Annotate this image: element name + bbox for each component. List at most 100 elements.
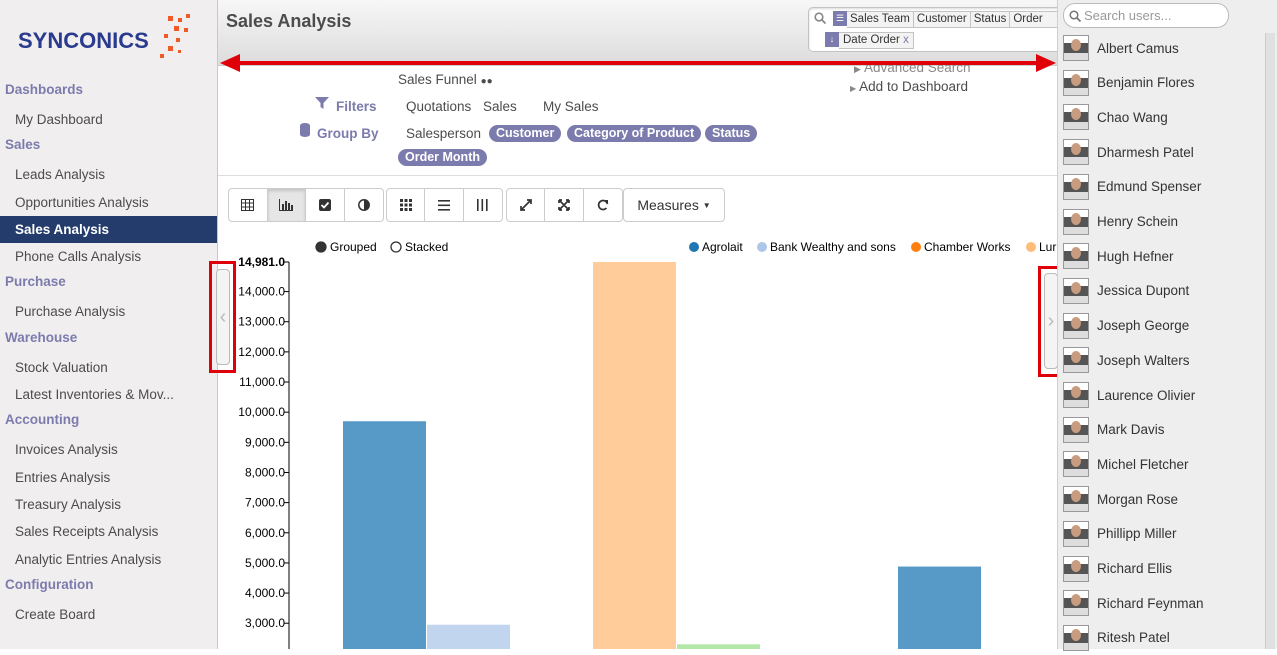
- sidebar-item[interactable]: Purchase Analysis: [0, 298, 217, 325]
- legend-marker[interactable]: [911, 242, 921, 252]
- user-list-item[interactable]: Morgan Rose: [1058, 482, 1264, 516]
- legend-marker[interactable]: [689, 242, 699, 252]
- line-chart-button[interactable]: [306, 189, 345, 221]
- groupby-pill-status[interactable]: Status: [705, 125, 758, 142]
- search-box[interactable]: ☰ Sales Team Customer Status Order ↓ Date O…: [808, 7, 1058, 52]
- user-list-item[interactable]: Edmund Spenser: [1058, 170, 1264, 204]
- legend-label[interactable]: Chamber Works: [924, 240, 1010, 254]
- list-view-button[interactable]: [425, 189, 464, 221]
- user-list-item[interactable]: Joseph George: [1058, 309, 1264, 343]
- bar-chart-button[interactable]: [267, 189, 306, 221]
- user-list-item[interactable]: Hugh Hefner: [1058, 239, 1264, 273]
- sidebar-item[interactable]: Stock Valuation: [0, 354, 217, 381]
- groupby-salesperson[interactable]: Salesperson: [406, 126, 481, 141]
- sidebar-item[interactable]: Opportunities Analysis: [0, 189, 217, 216]
- groupby-facet[interactable]: Sales Team Customer Status Order: [847, 11, 1058, 28]
- measures-dropdown[interactable]: Measures ▼: [623, 188, 725, 222]
- user-list-item[interactable]: Dharmesh Patel: [1058, 135, 1264, 169]
- sidebar-item[interactable]: Treasury Analysis: [0, 491, 217, 518]
- fullscreen-button[interactable]: [545, 189, 584, 221]
- pie-chart-button[interactable]: [345, 189, 383, 221]
- legend-marker[interactable]: [1026, 242, 1036, 252]
- synconics-logo[interactable]: SYNCONICS: [18, 14, 198, 64]
- groupby-pill-order-month[interactable]: Order Month: [398, 149, 487, 166]
- add-to-dashboard-link[interactable]: ▶ Add to Dashboard: [850, 79, 968, 94]
- user-list-item[interactable]: Jessica Dupont: [1058, 274, 1264, 308]
- bar-chart-icon: [279, 199, 294, 211]
- table-icon: [241, 199, 255, 211]
- user-search-input[interactable]: Search users...: [1063, 3, 1229, 28]
- bar[interactable]: [343, 421, 426, 649]
- filter-sales[interactable]: Sales: [483, 99, 517, 114]
- user-list-item[interactable]: Henry Schein: [1058, 205, 1264, 239]
- sidebar-item[interactable]: Phone Calls Analysis: [0, 243, 217, 270]
- users-icon: ●●: [480, 76, 493, 87]
- filter-my-sales[interactable]: My Sales: [543, 99, 599, 114]
- mode-radio[interactable]: [390, 241, 402, 253]
- search-icon: [1069, 10, 1081, 22]
- filter-quotations[interactable]: Quotations: [406, 99, 471, 114]
- caret-down-icon: ▼: [702, 200, 711, 210]
- pivot-table-button[interactable]: [229, 189, 268, 221]
- collapse-left-handle[interactable]: ‹: [216, 269, 230, 365]
- columns-view-button[interactable]: [464, 189, 502, 221]
- sidebar-item[interactable]: Sales Analysis: [0, 215, 217, 244]
- mode-radio[interactable]: [315, 241, 327, 253]
- user-list-item[interactable]: Albert Camus: [1058, 31, 1264, 65]
- user-list-item[interactable]: Laurence Olivier: [1058, 378, 1264, 412]
- user-list-item[interactable]: Richard Ellis: [1058, 552, 1264, 586]
- sidebar-item[interactable]: Create Board: [0, 601, 217, 628]
- chevron-right-icon: ›: [1047, 309, 1055, 332]
- bar[interactable]: [898, 566, 981, 649]
- database-icon: [300, 123, 310, 137]
- user-avatar: [1063, 486, 1089, 513]
- grid-view-button[interactable]: [387, 189, 426, 221]
- y-tick-label: 5,000.0: [245, 556, 285, 570]
- groupby-pill-customer[interactable]: Customer: [489, 125, 562, 142]
- user-avatar: [1063, 451, 1089, 478]
- remove-facet-icon[interactable]: x: [903, 34, 909, 46]
- bar[interactable]: [427, 624, 510, 649]
- user-list-item[interactable]: Benjamin Flores: [1058, 66, 1264, 100]
- user-list-item[interactable]: Richard Feynman: [1058, 586, 1264, 620]
- sidebar-item[interactable]: Sales Receipts Analysis: [0, 518, 217, 545]
- user-list-item[interactable]: Michel Fletcher: [1058, 447, 1264, 481]
- sidebar-item[interactable]: My Dashboard: [0, 106, 217, 133]
- date-facet[interactable]: Date Order x: [839, 32, 914, 49]
- user-name: Richard Ellis: [1097, 561, 1173, 576]
- sidebar-item[interactable]: Latest Inventories & Mov...: [0, 381, 217, 408]
- collapse-right-handle[interactable]: ›: [1044, 273, 1058, 369]
- sidebar-item[interactable]: Leads Analysis: [0, 161, 217, 188]
- sidebar-item[interactable]: Entries Analysis: [0, 464, 217, 491]
- user-list-item[interactable]: Chao Wang: [1058, 100, 1264, 134]
- sidebar-item[interactable]: Analytic Entries Analysis: [0, 546, 217, 573]
- legend-label[interactable]: Lur: [1039, 240, 1056, 254]
- rows-icon: [438, 199, 451, 211]
- refresh-button[interactable]: [584, 189, 622, 221]
- sidebar: SYNCONICS Dashboards My Dashboard Sales Lea…: [0, 0, 218, 649]
- users-scrollbar[interactable]: [1265, 33, 1275, 649]
- sidebar-item[interactable]: Invoices Analysis: [0, 436, 217, 463]
- bar[interactable]: [677, 644, 760, 649]
- y-tick-label: 9,000.0: [245, 435, 285, 449]
- mode-label[interactable]: Grouped: [330, 240, 377, 254]
- legend-label[interactable]: Agrolait: [702, 240, 743, 254]
- user-list-item[interactable]: Mark Davis: [1058, 413, 1264, 447]
- mode-label[interactable]: Stacked: [405, 240, 448, 254]
- user-name: Benjamin Flores: [1097, 75, 1195, 91]
- legend-marker[interactable]: [757, 242, 767, 252]
- facet-value: Date Order: [843, 34, 900, 46]
- main-area: Sales Analysis ☰ Sales Team Customer Statu…: [218, 0, 1058, 649]
- user-avatar: [1063, 416, 1089, 443]
- bar[interactable]: [593, 262, 676, 649]
- user-list-item[interactable]: Phillipp Miller: [1058, 517, 1264, 551]
- groupby-pill-category[interactable]: Category of Product: [567, 125, 702, 142]
- user-list-item[interactable]: Joseph Walters: [1058, 343, 1264, 377]
- legend-label[interactable]: Bank Wealthy and sons: [770, 240, 896, 254]
- y-tick-label: 13,000.0: [238, 315, 285, 329]
- expand-button[interactable]: [507, 189, 546, 221]
- user-list-item[interactable]: Ritesh Patel: [1058, 621, 1264, 655]
- filter-icon: [315, 97, 329, 109]
- chevron-left-icon: ‹: [219, 305, 227, 328]
- user-avatar: [1063, 173, 1089, 200]
